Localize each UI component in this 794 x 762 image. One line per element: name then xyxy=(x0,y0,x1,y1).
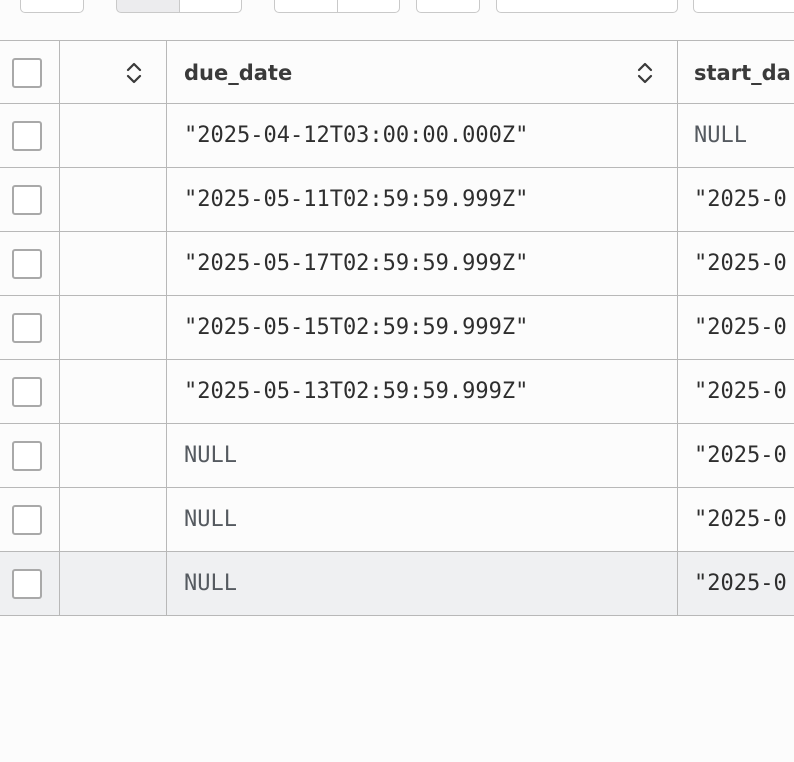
row-checkbox[interactable] xyxy=(11,248,42,279)
start-date-value: "2025-0 xyxy=(694,315,787,340)
start-date-cell[interactable]: "2025-0 xyxy=(678,488,794,551)
toolbar-button[interactable] xyxy=(416,0,480,13)
start-date-cell[interactable]: "2025-0 xyxy=(678,296,794,359)
due-date-value: "2025-04-12T03:00:00.000Z" xyxy=(184,123,529,148)
toolbar-segment-active[interactable] xyxy=(116,0,180,13)
sort-icon[interactable] xyxy=(124,59,144,87)
start-date-cell[interactable]: NULL xyxy=(678,104,794,167)
due-date-cell[interactable]: NULL xyxy=(167,552,678,615)
row-checkbox[interactable] xyxy=(11,504,42,535)
row-blank-cell[interactable] xyxy=(60,232,167,295)
row-blank-cell[interactable] xyxy=(60,296,167,359)
start-date-value: "2025-0 xyxy=(694,571,787,596)
due-date-cell[interactable]: "2025-04-12T03:00:00.000Z" xyxy=(167,104,678,167)
toolbar-button[interactable] xyxy=(693,0,794,13)
due-date-cell[interactable]: NULL xyxy=(167,424,678,487)
start-date-value: "2025-0 xyxy=(694,379,787,404)
due-date-cell[interactable]: NULL xyxy=(167,488,678,551)
select-all-checkbox[interactable] xyxy=(11,57,42,88)
start-date-cell[interactable]: "2025-0 xyxy=(678,232,794,295)
due-date-cell[interactable]: "2025-05-17T02:59:59.999Z" xyxy=(167,232,678,295)
header-due-date[interactable]: due_date xyxy=(167,41,678,104)
row-blank-cell[interactable] xyxy=(60,552,167,615)
header-start-date[interactable]: start_da xyxy=(678,41,794,104)
row-select-cell xyxy=(0,232,60,295)
row-blank-cell[interactable] xyxy=(60,104,167,167)
start-date-cell[interactable]: "2025-0 xyxy=(678,168,794,231)
start-date-value: "2025-0 xyxy=(694,187,787,212)
due-date-value: "2025-05-11T02:59:59.999Z" xyxy=(184,187,529,212)
start-date-cell[interactable]: "2025-0 xyxy=(678,424,794,487)
row-checkbox[interactable] xyxy=(11,184,42,215)
row-select-cell xyxy=(0,296,60,359)
due-date-value: "2025-05-17T02:59:59.999Z" xyxy=(184,251,529,276)
due-date-value: NULL xyxy=(184,507,237,532)
toolbar-segment[interactable] xyxy=(274,0,338,13)
row-select-cell xyxy=(0,104,60,167)
table-header: due_date start_da xyxy=(0,40,794,104)
due-date-value: "2025-05-13T02:59:59.999Z" xyxy=(184,379,529,404)
column-header-due-date: due_date xyxy=(184,60,293,85)
toolbar xyxy=(0,0,794,40)
due-date-cell[interactable]: "2025-05-11T02:59:59.999Z" xyxy=(167,168,678,231)
toolbar-segment[interactable] xyxy=(180,0,242,13)
toolbar-input[interactable] xyxy=(496,0,678,13)
start-date-cell[interactable]: "2025-0 xyxy=(678,552,794,615)
due-date-value: NULL xyxy=(184,571,237,596)
row-blank-cell[interactable] xyxy=(60,424,167,487)
header-select-cell xyxy=(0,41,60,104)
row-select-cell xyxy=(0,424,60,487)
row-checkbox[interactable] xyxy=(11,568,42,599)
start-date-value: "2025-0 xyxy=(694,251,787,276)
header-blank-cell[interactable] xyxy=(60,41,167,104)
table-row[interactable]: "2025-05-15T02:59:59.999Z" "2025-0 xyxy=(0,296,794,360)
start-date-cell[interactable]: "2025-0 xyxy=(678,360,794,423)
column-header-start-date: start_da xyxy=(694,60,791,85)
start-date-value: NULL xyxy=(694,123,747,148)
table-row[interactable]: "2025-05-17T02:59:59.999Z" "2025-0 xyxy=(0,232,794,296)
row-select-cell xyxy=(0,552,60,615)
due-date-value: "2025-05-15T02:59:59.999Z" xyxy=(184,315,529,340)
row-checkbox[interactable] xyxy=(11,312,42,343)
table-row[interactable]: NULL "2025-0 xyxy=(0,552,794,616)
due-date-cell[interactable]: "2025-05-13T02:59:59.999Z" xyxy=(167,360,678,423)
table-row[interactable]: "2025-04-12T03:00:00.000Z" NULL xyxy=(0,104,794,168)
row-checkbox[interactable] xyxy=(11,376,42,407)
table-row[interactable]: NULL "2025-0 xyxy=(0,424,794,488)
due-date-value: NULL xyxy=(184,443,237,468)
table-row[interactable]: "2025-05-11T02:59:59.999Z" "2025-0 xyxy=(0,168,794,232)
toolbar-segment[interactable] xyxy=(338,0,400,13)
row-checkbox[interactable] xyxy=(11,120,42,151)
row-select-cell xyxy=(0,360,60,423)
row-select-cell xyxy=(0,168,60,231)
row-checkbox[interactable] xyxy=(11,440,42,471)
row-blank-cell[interactable] xyxy=(60,488,167,551)
table-row[interactable]: "2025-05-13T02:59:59.999Z" "2025-0 xyxy=(0,360,794,424)
sort-icon[interactable] xyxy=(635,59,655,87)
row-blank-cell[interactable] xyxy=(60,168,167,231)
row-select-cell xyxy=(0,488,60,551)
toolbar-button[interactable] xyxy=(20,0,84,13)
due-date-cell[interactable]: "2025-05-15T02:59:59.999Z" xyxy=(167,296,678,359)
start-date-value: "2025-0 xyxy=(694,443,787,468)
table-row[interactable]: NULL "2025-0 xyxy=(0,488,794,552)
row-blank-cell[interactable] xyxy=(60,360,167,423)
start-date-value: "2025-0 xyxy=(694,507,787,532)
